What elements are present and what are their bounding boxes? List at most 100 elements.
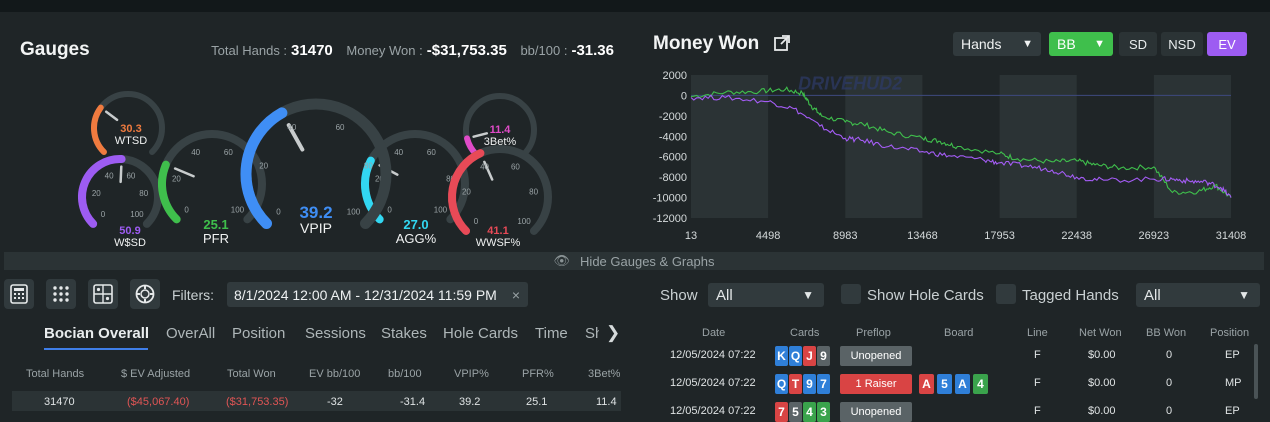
gauges-summary: Total Hands :31470 Money Won : -$31,753.3… xyxy=(211,42,614,59)
board-card: 5 xyxy=(937,374,952,394)
gauge-tick-label: 100 xyxy=(517,217,531,226)
money-won-value: -$31,753.35 xyxy=(426,42,507,59)
ev-toggle-button[interactable]: EV xyxy=(1207,32,1247,56)
x-tick-label: 13 xyxy=(685,230,697,242)
y-tick-label: 0 xyxy=(681,90,687,102)
hand-net-won: $0.00 xyxy=(1088,405,1116,417)
tab-sessions[interactable]: Sessions xyxy=(305,325,366,342)
hole-card: 5 xyxy=(789,402,802,422)
gauge-tick-label: 80 xyxy=(364,162,373,171)
hand-bb-won: 0 xyxy=(1166,405,1173,417)
board-card: A xyxy=(955,374,970,394)
show-hole-cards-label[interactable]: Show Hole Cards xyxy=(867,287,984,304)
sd-toggle-button[interactable]: SD xyxy=(1119,32,1157,56)
header-preflop: Preflop xyxy=(856,327,891,339)
hand-line: F xyxy=(1034,405,1041,417)
hole-card: J xyxy=(803,346,816,366)
board-card: A xyxy=(919,374,934,394)
tagged-select[interactable]: All ▼ xyxy=(1136,283,1260,307)
gauge-needle xyxy=(104,110,119,122)
total-hands-value: 31470 xyxy=(291,42,333,59)
cell-3bet: 11.4 xyxy=(596,396,617,408)
y-tick-label: -4000 xyxy=(659,131,687,143)
hand-bb-won: 0 xyxy=(1166,377,1173,389)
gauge-value: 27.0 xyxy=(403,217,428,232)
cell-total-hands: 31470 xyxy=(44,396,75,408)
cell-pfr: 25.1 xyxy=(526,396,548,408)
hands-scrollbar[interactable] xyxy=(1254,344,1258,399)
external-link-icon[interactable] xyxy=(773,34,791,52)
gauge-label: VPIP xyxy=(300,220,332,236)
gauge-tick-label: 0 xyxy=(276,207,281,216)
chevron-down-icon: ▼ xyxy=(1022,38,1033,50)
gauge-tick-label: 60 xyxy=(126,172,135,181)
bb100-label: bb/100 : xyxy=(520,43,568,58)
hide-gauges-bar[interactable]: 👁 Hide Gauges & Graphs xyxy=(4,252,1264,270)
gauge-tick-label: 40 xyxy=(105,172,114,181)
header-bb-won: BB Won xyxy=(1146,327,1187,339)
tab-stakes[interactable]: Stakes xyxy=(381,325,427,342)
tab-time[interactable]: Time xyxy=(535,325,568,342)
header-net-won: Net Won xyxy=(1079,327,1122,339)
hand-date: 12/05/2024 07:22 xyxy=(670,349,756,361)
gauge-vpip: 02040 608010039.2VPIP xyxy=(240,98,392,236)
money-won-label: Money Won : xyxy=(346,43,423,58)
gauge-wtsd: 30.3WTSD xyxy=(91,91,165,156)
header-board: Board xyxy=(944,327,974,339)
calculator-icon[interactable] xyxy=(4,279,34,309)
show-hole-cards-checkbox[interactable] xyxy=(841,284,861,304)
gauge-label: W$SD xyxy=(114,237,146,249)
tab-hole-cards[interactable]: Hole Cards xyxy=(443,325,518,342)
hand-position: EP xyxy=(1225,349,1240,361)
gauge-value-arc xyxy=(91,104,107,156)
nsd-toggle-button[interactable]: NSD xyxy=(1161,32,1203,56)
tab-sessions-truncated[interactable]: Sh xyxy=(585,325,599,342)
gauge-tick-label: 0 xyxy=(184,205,189,214)
gauge-tick-label: 100 xyxy=(231,205,245,214)
header-total-hands: Total Hands xyxy=(26,368,85,380)
x-tick-label: 13468 xyxy=(907,230,938,242)
poker-chip-icon[interactable] xyxy=(130,279,160,309)
grid-icon[interactable] xyxy=(46,279,76,309)
hands-select[interactable]: Hands ▼ xyxy=(953,32,1041,56)
active-tab-underline xyxy=(44,348,148,350)
header-ev-adjusted: $ EV Adjusted xyxy=(121,368,191,380)
tagged-hands-checkbox[interactable] xyxy=(996,284,1016,304)
hand-range-icon[interactable] xyxy=(88,279,118,309)
gauge-value: 41.1 xyxy=(487,225,508,237)
close-icon[interactable]: × xyxy=(512,287,520,303)
show-label: Show xyxy=(660,287,698,304)
header-total-won: Total Won xyxy=(227,368,276,380)
date-filter-chip[interactable]: 8/1/2024 12:00 AM - 12/31/2024 11:59 PM … xyxy=(227,282,528,307)
gauge-value: 25.1 xyxy=(203,217,228,232)
hole-card: T xyxy=(789,374,802,394)
hand-bb-won: 0 xyxy=(1166,349,1173,361)
tagged-hands-label[interactable]: Tagged Hands xyxy=(1022,287,1119,304)
header-date: Date xyxy=(702,327,726,339)
hole-card: K xyxy=(775,346,788,366)
gauge-tick-label: 20 xyxy=(92,189,101,198)
gauge-tick-label: 40 xyxy=(480,163,489,172)
gauge-tick-label: 60 xyxy=(427,148,436,157)
eye-slash-icon: 👁 xyxy=(553,253,571,268)
chart-band xyxy=(1153,75,1231,218)
chevron-down-icon: ▼ xyxy=(1094,38,1105,50)
gauge-value: 30.3 xyxy=(120,123,141,135)
gauge-tick-label: 80 xyxy=(529,188,538,197)
chevron-down-icon: ▼ xyxy=(1238,288,1250,302)
gauge-label: WTSD xyxy=(115,135,147,147)
tab-position[interactable]: Position xyxy=(232,325,285,342)
show-select[interactable]: All ▼ xyxy=(708,283,824,307)
gauge-tick-label: 0 xyxy=(101,210,106,219)
cell-ev-bb100: -32 xyxy=(327,396,343,408)
bb-select[interactable]: BB ▼ xyxy=(1049,32,1113,56)
gauge-tick-label: 80 xyxy=(139,189,148,198)
hide-gauges-label: Hide Gauges & Graphs xyxy=(580,253,715,269)
tab-bocian-overall[interactable]: Bocian Overall xyxy=(44,325,149,342)
chevron-right-icon[interactable]: ❯ xyxy=(606,323,620,343)
chart-series-line xyxy=(690,86,1232,198)
tab-overall[interactable]: OverAll xyxy=(166,325,215,342)
y-tick-label: -12000 xyxy=(653,213,687,225)
header-cards: Cards xyxy=(790,327,820,339)
header-pfr: PFR% xyxy=(522,368,554,380)
